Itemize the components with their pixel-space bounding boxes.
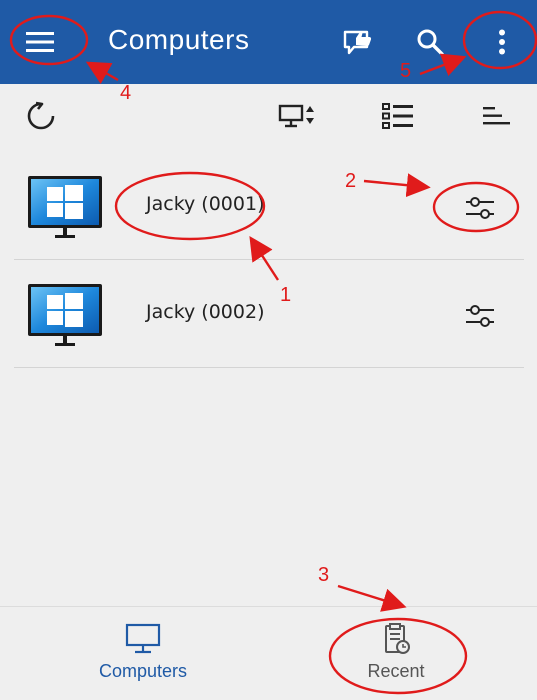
thumbs-up-icon (343, 30, 372, 55)
computer-name: Jacky (0002) (146, 301, 265, 323)
windows-monitor-icon (28, 284, 102, 348)
toolbar (0, 84, 537, 150)
nav-recent-label: Recent (367, 661, 425, 681)
like-button[interactable] (339, 22, 379, 62)
computer-settings-button[interactable] (462, 190, 498, 226)
list-view-icon (382, 103, 413, 129)
search-button[interactable] (410, 22, 450, 62)
sort-order-button[interactable] (477, 96, 517, 136)
menu-button[interactable] (20, 22, 60, 62)
sort-computers-button[interactable] (278, 96, 318, 136)
settings-sliders-icon (466, 305, 494, 327)
settings-sliders-icon (466, 197, 494, 219)
nav-computers[interactable]: Computers (9, 607, 277, 700)
list-view-button[interactable] (378, 96, 418, 136)
computer-row[interactable]: Jacky (0002) (14, 260, 524, 368)
search-icon (417, 29, 444, 56)
nav-computers-label: Computers (98, 661, 188, 681)
computer-row[interactable]: Jacky (0001) (14, 152, 524, 260)
refresh-button[interactable] (21, 96, 61, 136)
annotation-arrow (337, 584, 407, 612)
annotation-label: 3 (318, 564, 330, 586)
annotation-label: 4 (120, 82, 132, 104)
monitor-icon (125, 623, 161, 654)
hamburger-menu-icon (26, 32, 54, 52)
computer-name: Jacky (0001) (146, 193, 265, 215)
more-vert-icon (499, 29, 505, 55)
windows-monitor-icon (28, 176, 102, 240)
annotation-label: 5 (400, 60, 412, 82)
monitor-sort-icon (278, 104, 314, 128)
bottom-navigation: Computers Recent (0, 606, 537, 700)
more-options-button[interactable] (482, 22, 522, 62)
page-title: Computers (108, 24, 250, 55)
clipboard-clock-icon (385, 623, 410, 654)
app-bar: Computers (0, 0, 537, 84)
annotation-label: 1 (280, 284, 292, 306)
annotation-label: 2 (345, 170, 357, 192)
refresh-icon (27, 101, 55, 130)
computer-settings-button[interactable] (462, 298, 498, 334)
sort-lines-icon (483, 107, 510, 125)
nav-recent[interactable]: Recent (262, 607, 530, 700)
